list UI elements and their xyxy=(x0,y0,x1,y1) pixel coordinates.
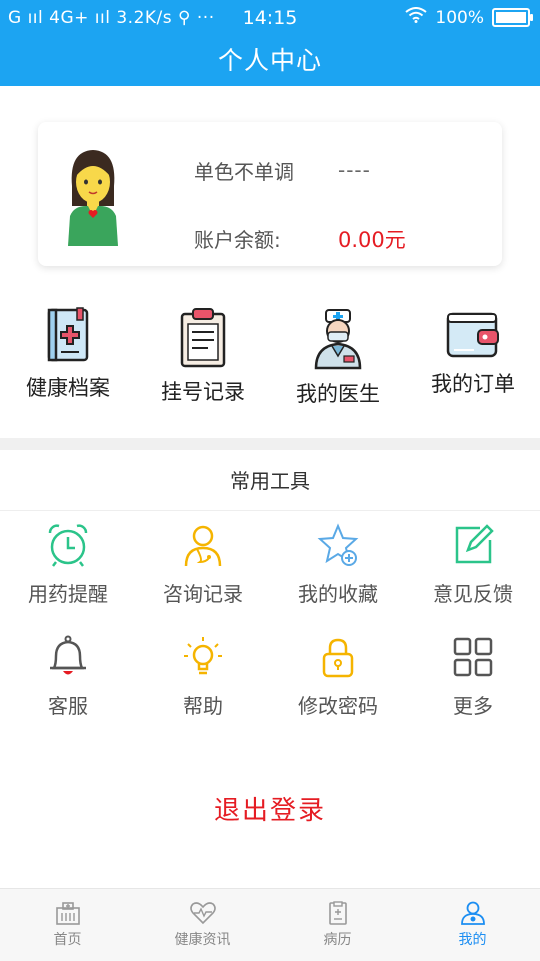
tool-more[interactable]: 更多 xyxy=(405,634,540,719)
quick-health-record-label: 健康档案 xyxy=(26,376,110,400)
status-right: 100% xyxy=(405,7,533,28)
tool-medication-reminder[interactable]: 用药提醒 xyxy=(0,522,136,607)
tool-change-password-label: 修改密码 xyxy=(298,694,378,718)
tool-feedback-label: 意见反馈 xyxy=(433,582,513,606)
tab-home[interactable]: 首页 xyxy=(0,889,135,961)
logout-button[interactable]: 退出登录 xyxy=(0,790,540,827)
section-divider xyxy=(0,438,540,450)
quick-my-doctor-label: 我的医生 xyxy=(296,382,380,406)
tab-health-news[interactable]: 健康资讯 xyxy=(135,889,270,961)
quick-registration[interactable]: 挂号记录 xyxy=(135,306,271,406)
tool-my-favorites[interactable]: 我的收藏 xyxy=(270,522,406,607)
tool-help-label: 帮助 xyxy=(183,694,223,718)
health-record-icon xyxy=(0,306,136,364)
lock-icon xyxy=(270,634,406,680)
quick-links: 健康档案 挂号记录 我的医生 我的订单 xyxy=(0,306,540,416)
wallet-icon xyxy=(405,306,540,360)
tab-medical-records[interactable]: 病历 xyxy=(270,889,405,961)
heart-pulse-icon xyxy=(135,901,270,925)
tab-mine-label: 我的 xyxy=(458,932,487,948)
avatar[interactable] xyxy=(64,146,122,246)
page-title: 个人中心 xyxy=(0,36,540,86)
document-icon xyxy=(270,901,405,925)
profile-name: 单色不单调 xyxy=(194,160,294,184)
tool-help[interactable]: 帮助 xyxy=(135,634,271,719)
tool-feedback[interactable]: 意见反馈 xyxy=(405,522,540,607)
status-bar: G ııl 4G+ ııl 3.2K/s ⚲ ··· 14:15 100% xyxy=(0,0,540,36)
wifi-icon xyxy=(405,7,428,28)
tab-health-news-label: 健康资讯 xyxy=(174,932,231,948)
tab-bar: 首页 健康资讯 病历 我的 xyxy=(0,888,540,961)
bell-icon xyxy=(0,634,136,680)
quick-health-record[interactable]: 健康档案 xyxy=(0,306,136,402)
balance-label: 账户余额: xyxy=(194,228,281,252)
quick-my-orders-label: 我的订单 xyxy=(431,372,515,396)
tool-more-label: 更多 xyxy=(453,694,493,718)
person-icon xyxy=(135,522,271,568)
tab-medical-records-label: 病历 xyxy=(323,932,352,948)
tools-title: 常用工具 xyxy=(0,450,540,511)
quick-registration-label: 挂号记录 xyxy=(161,380,245,404)
tool-customer-service[interactable]: 客服 xyxy=(0,634,136,719)
lightbulb-icon xyxy=(135,634,271,680)
tool-consult-records[interactable]: 咨询记录 xyxy=(135,522,271,607)
clipboard-icon xyxy=(135,306,271,368)
doctor-icon xyxy=(270,306,406,370)
battery-icon xyxy=(492,8,533,27)
tool-medication-reminder-label: 用药提醒 xyxy=(28,582,108,606)
profile-name-value: ---- xyxy=(338,158,371,182)
star-icon xyxy=(270,522,406,568)
tool-customer-service-label: 客服 xyxy=(48,694,88,718)
battery-text: 100% xyxy=(435,7,484,28)
quick-my-orders[interactable]: 我的订单 xyxy=(405,306,540,398)
user-icon xyxy=(405,901,540,925)
tab-home-label: 首页 xyxy=(53,932,82,948)
grid-icon xyxy=(405,634,540,680)
balance-value: 0.00元 xyxy=(338,228,406,252)
tool-my-favorites-label: 我的收藏 xyxy=(298,582,378,606)
alarm-clock-icon xyxy=(0,522,136,568)
edit-icon xyxy=(405,522,540,568)
tool-change-password[interactable]: 修改密码 xyxy=(270,634,406,719)
tab-mine[interactable]: 我的 xyxy=(405,889,540,961)
hospital-icon xyxy=(0,901,135,925)
quick-my-doctor[interactable]: 我的医生 xyxy=(270,306,406,408)
tool-consult-records-label: 咨询记录 xyxy=(163,582,243,606)
profile-card[interactable]: 单色不单调 ---- 账户余额: 0.00元 xyxy=(38,122,502,266)
